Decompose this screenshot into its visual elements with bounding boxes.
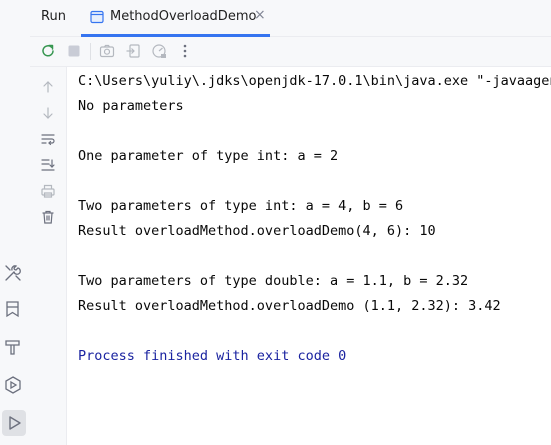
arrow-down-icon[interactable]	[40, 105, 56, 121]
camera-icon[interactable]	[99, 43, 115, 59]
console-line: Result overloadMethod.overloadDemo(4, 6)…	[78, 223, 436, 239]
run-icon[interactable]	[2, 410, 26, 436]
console-line: One parameter of type int: a = 2	[78, 148, 339, 164]
soft-wrap-icon[interactable]	[40, 131, 56, 147]
run-toolbar	[30, 37, 551, 67]
exit-icon[interactable]	[125, 43, 141, 59]
services-icon[interactable]	[2, 374, 24, 396]
console-line: Result overloadMethod.overloadDemo (1.1,…	[78, 298, 501, 314]
rerun-icon[interactable]	[40, 43, 56, 59]
build-tools-icon[interactable]	[2, 262, 24, 284]
console-gutter	[30, 67, 67, 445]
console-line: Two parameters of type double: a = 1.1, …	[78, 273, 469, 289]
run-tool-window-title: Run	[41, 9, 66, 24]
console-line: No parameters	[78, 98, 184, 114]
bookmark-icon[interactable]	[2, 298, 24, 320]
arrow-up-icon[interactable]	[40, 79, 56, 95]
console-line: Two parameters of type int: a = 4, b = 6	[78, 198, 404, 214]
left-tool-strip	[0, 0, 31, 445]
scroll-to-end-icon[interactable]	[40, 157, 56, 173]
tab-label: MethodOverloadDemo	[110, 9, 257, 24]
gauge-icon[interactable]	[151, 43, 167, 59]
console-output[interactable]: C:\Users\yuliy\.jdks\openjdk-17.0.1\bin\…	[67, 67, 551, 445]
trash-icon[interactable]	[40, 209, 56, 225]
stop-icon[interactable]	[66, 43, 82, 59]
hammer-icon[interactable]	[2, 336, 24, 358]
tab-method-overload-demo[interactable]: MethodOverloadDemo ×	[81, 0, 270, 37]
run-tool-window-header: Run MethodOverloadDemo ×	[30, 0, 551, 37]
application-window-icon	[90, 10, 104, 24]
console-line: C:\Users\yuliy\.jdks\openjdk-17.0.1\bin\…	[78, 73, 551, 89]
process-exit-message: Process finished with exit code 0	[78, 348, 347, 364]
close-icon[interactable]: ×	[254, 8, 266, 22]
print-icon[interactable]	[40, 183, 56, 199]
more-icon[interactable]	[177, 43, 193, 59]
